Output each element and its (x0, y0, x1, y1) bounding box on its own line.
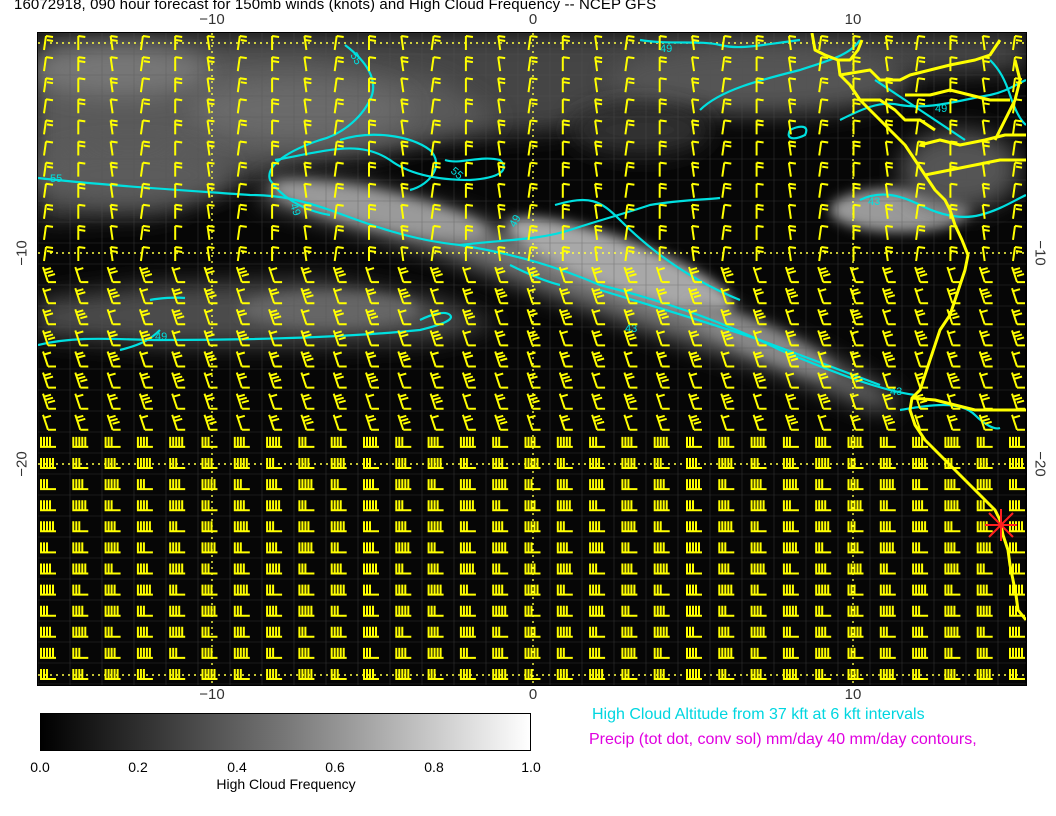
red-star-marker-icon (985, 509, 1017, 541)
colorbar-tick-label: 0.8 (424, 759, 444, 775)
colorbar-tick-label: 0.2 (128, 759, 148, 775)
colorbar (40, 713, 531, 751)
forecast-map: 55 55 55 49 49 49 49 49 43 43 43 (37, 32, 1027, 686)
colorbar-tick-label: 0.4 (227, 759, 247, 775)
colorbar-tick-label: 0.6 (325, 759, 345, 775)
altitude-legend-text: High Cloud Altitude from 37 kft at 6 kft… (592, 706, 925, 723)
contour-label: 49 (935, 103, 947, 115)
contour-label: 49 (660, 43, 672, 55)
contour-label: 49 (155, 331, 167, 343)
colorbar-tick-label: 1.0 (521, 759, 541, 775)
contour-label: 43 (868, 196, 880, 208)
colorbar-title: High Cloud Frequency (216, 776, 356, 792)
colorbar-tick-label: 0.0 (30, 759, 50, 775)
contour-label: 55 (50, 173, 62, 185)
precip-legend-text: Precip (tot dot, conv sol) mm/day 40 mm/… (589, 731, 977, 748)
